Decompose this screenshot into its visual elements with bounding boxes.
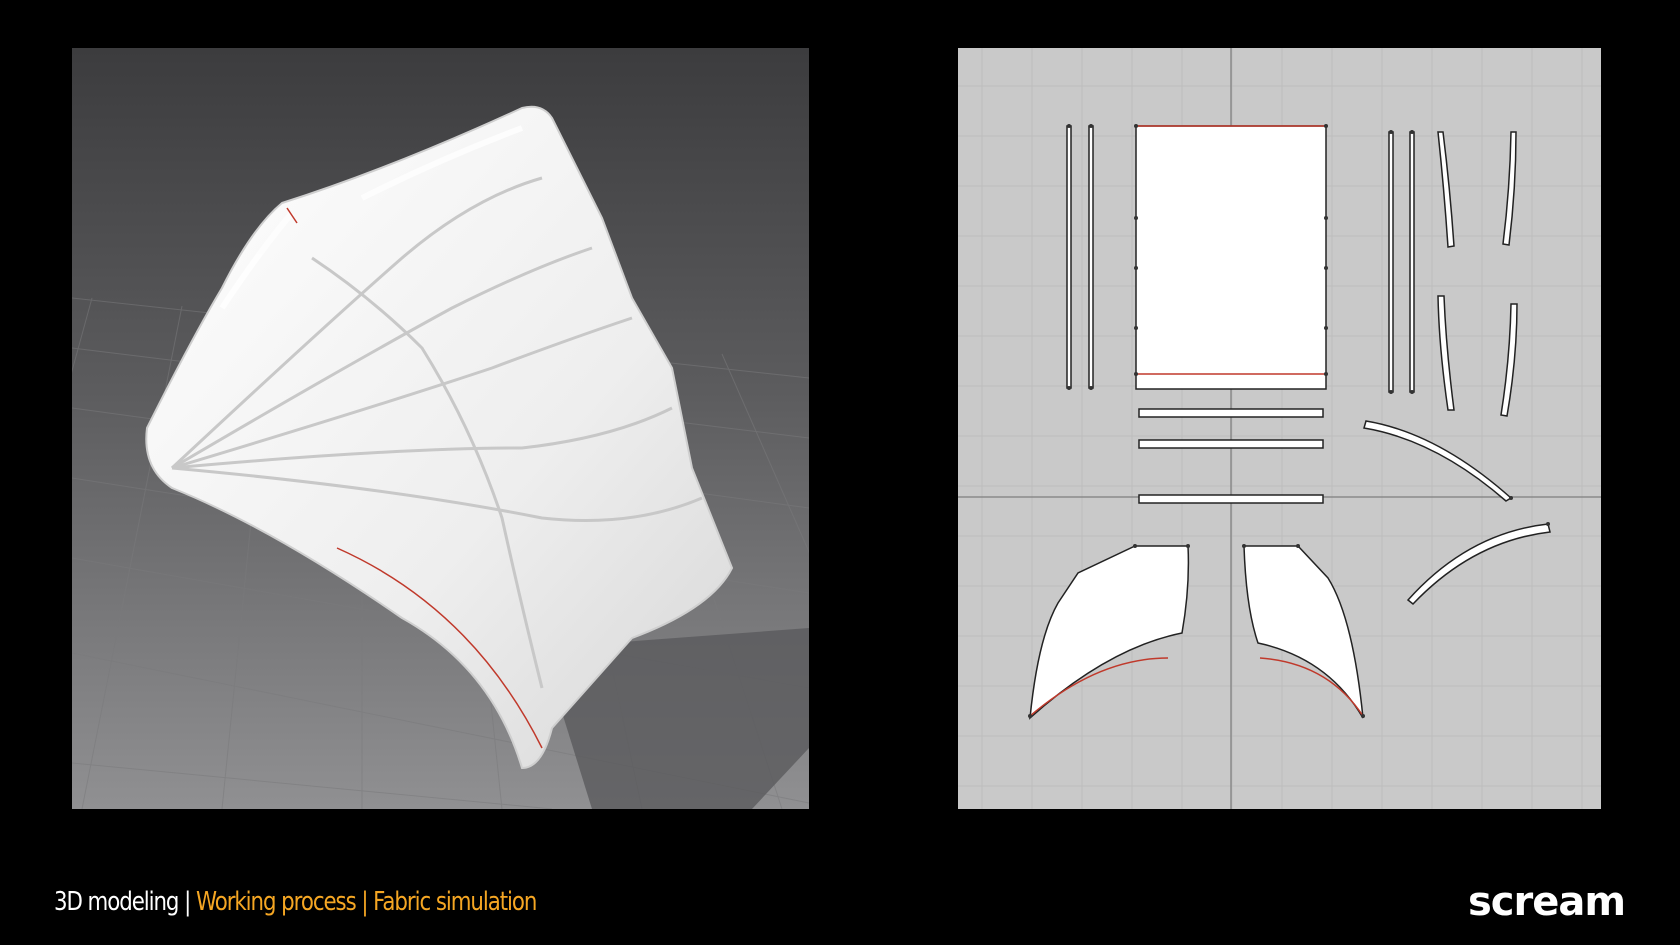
3d-viewport[interactable] xyxy=(72,48,809,809)
caption-topic: Fabric simulation xyxy=(373,887,537,917)
pattern-canvas xyxy=(958,48,1601,809)
caption-separator-accent: | xyxy=(361,887,368,917)
caption: 3D modeling | Working process | Fabric s… xyxy=(54,886,537,918)
2d-pattern-view[interactable] xyxy=(958,48,1601,809)
caption-primary: 3D modeling xyxy=(54,887,179,917)
caption-process: Working process xyxy=(195,887,357,917)
fabric-render xyxy=(72,48,809,809)
scream-logo: scream xyxy=(1467,879,1626,925)
pattern-piece-main xyxy=(1135,125,1327,390)
caption-separator: | xyxy=(184,887,191,917)
